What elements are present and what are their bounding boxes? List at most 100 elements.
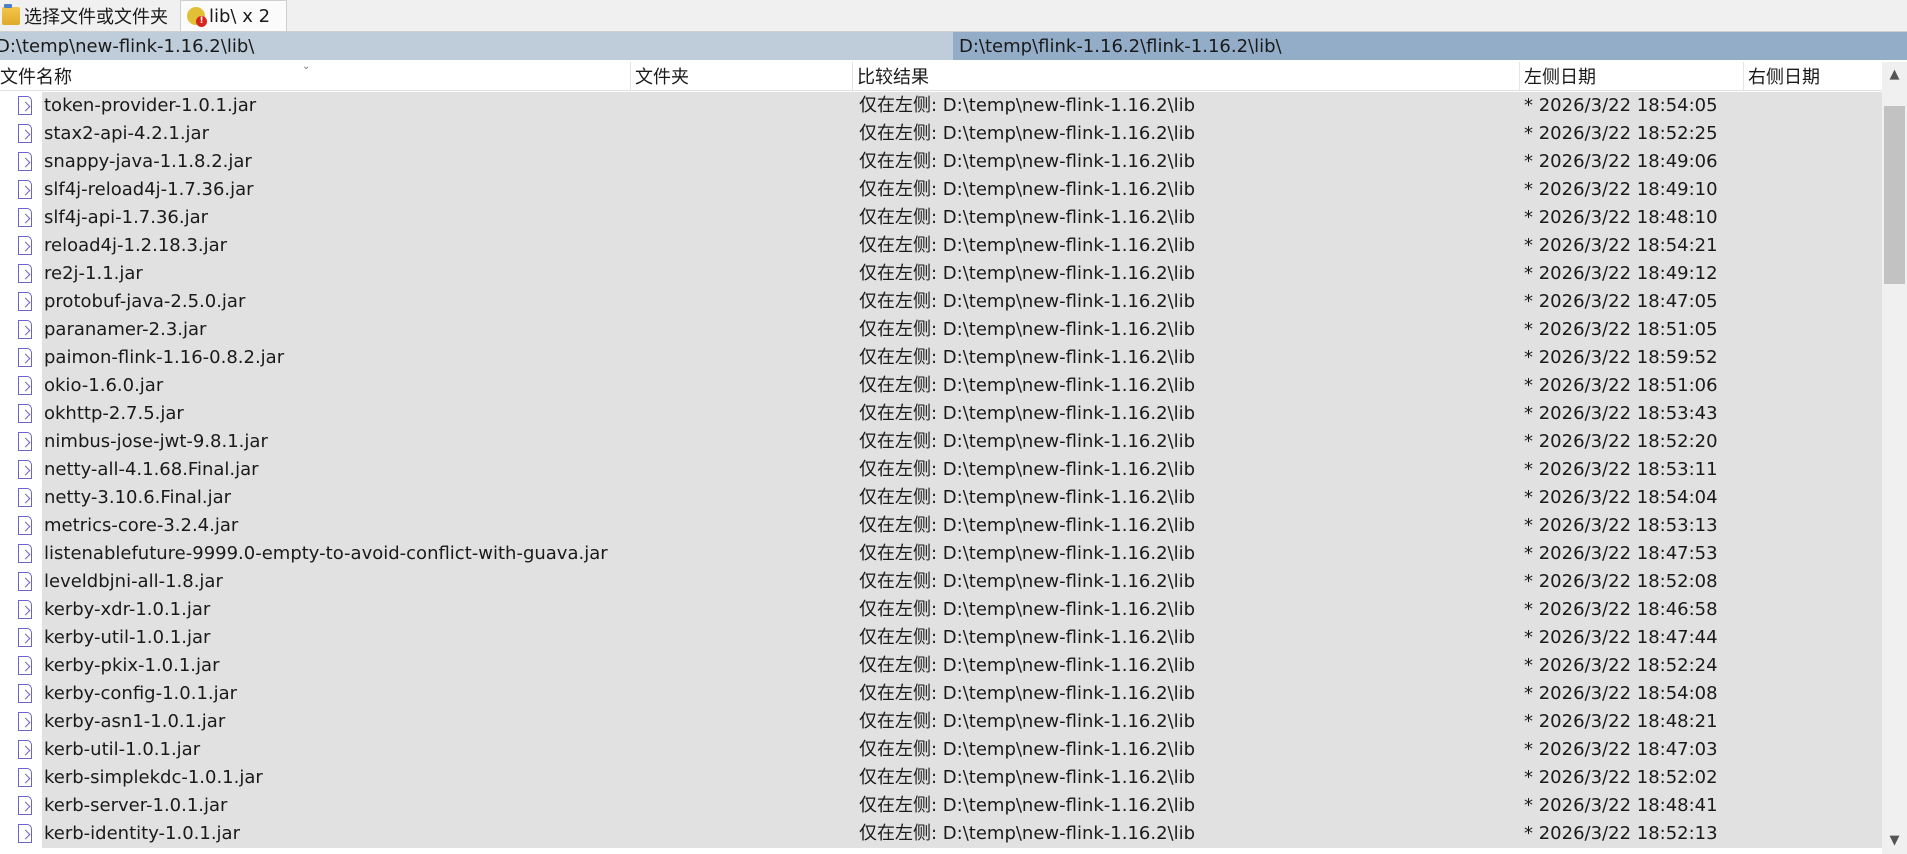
table-row[interactable]: kerb-server-1.0.1.jar 仅在左侧: D:\temp\new-… bbox=[0, 792, 1882, 820]
right-path-bar[interactable]: D:\temp\flink-1.16.2\flink-1.16.2\lib\ bbox=[953, 32, 1907, 60]
table-row[interactable]: reload4j-1.2.18.3.jar 仅在左侧: D:\temp\new-… bbox=[0, 232, 1882, 260]
file-icon bbox=[18, 124, 32, 143]
compare-result: 仅在左侧: D:\temp\new-flink-1.16.2\lib bbox=[859, 571, 1196, 592]
file-name: nimbus-jose-jwt-9.8.1.jar bbox=[44, 431, 268, 452]
table-row[interactable]: nimbus-jose-jwt-9.8.1.jar 仅在左侧: D:\temp\… bbox=[0, 428, 1882, 456]
table-row[interactable]: kerby-xdr-1.0.1.jar 仅在左侧: D:\temp\new-fl… bbox=[0, 596, 1882, 624]
file-name: snappy-java-1.1.8.2.jar bbox=[44, 151, 252, 172]
table-row[interactable]: kerby-config-1.0.1.jar 仅在左侧: D:\temp\new… bbox=[0, 680, 1882, 708]
tab-label: lib\ x 2 bbox=[209, 5, 271, 27]
file-icon bbox=[18, 824, 32, 843]
table-row[interactable]: kerby-asn1-1.0.1.jar 仅在左侧: D:\temp\new-f… bbox=[0, 708, 1882, 736]
left-date: * 2026/3/22 18:52:02 bbox=[1524, 767, 1718, 788]
compare-result: 仅在左侧: D:\temp\new-flink-1.16.2\lib bbox=[859, 711, 1196, 732]
scrollbar-thumb[interactable] bbox=[1884, 106, 1905, 284]
file-name: listenablefuture-9999.0-empty-to-avoid-c… bbox=[44, 543, 608, 564]
left-path-bar[interactable]: D:\temp\new-flink-1.16.2\lib\ bbox=[0, 32, 953, 60]
table-row[interactable]: slf4j-api-1.7.36.jar 仅在左侧: D:\temp\new-f… bbox=[0, 204, 1882, 232]
compare-result: 仅在左侧: D:\temp\new-flink-1.16.2\lib bbox=[859, 319, 1196, 340]
tab-bar: 选择文件或文件夹 lib\ x 2 bbox=[0, 0, 1907, 32]
vertical-scrollbar[interactable]: ▲ ▼ bbox=[1882, 62, 1907, 854]
table-row[interactable]: kerb-simplekdc-1.0.1.jar 仅在左侧: D:\temp\n… bbox=[0, 764, 1882, 792]
table-row[interactable]: paimon-flink-1.16-0.8.2.jar 仅在左侧: D:\tem… bbox=[0, 344, 1882, 372]
column-header-result[interactable]: 比较结果 bbox=[853, 62, 1520, 90]
column-header-left-date[interactable]: 左侧日期 bbox=[1520, 62, 1744, 90]
table-row[interactable]: snappy-java-1.1.8.2.jar 仅在左侧: D:\temp\ne… bbox=[0, 148, 1882, 176]
file-name: kerby-config-1.0.1.jar bbox=[44, 683, 238, 704]
table-row[interactable]: re2j-1.1.jar 仅在左侧: D:\temp\new-flink-1.1… bbox=[0, 260, 1882, 288]
column-header-right-date[interactable]: 右侧日期 bbox=[1744, 62, 1882, 90]
compare-result: 仅在左侧: D:\temp\new-flink-1.16.2\lib bbox=[859, 543, 1196, 564]
file-name: leveldbjni-all-1.8.jar bbox=[44, 571, 223, 592]
file-icon bbox=[18, 292, 32, 311]
left-date: * 2026/3/22 18:52:24 bbox=[1524, 655, 1718, 676]
column-header-folder-label: 文件夹 bbox=[635, 67, 689, 88]
file-icon bbox=[18, 544, 32, 563]
file-name: kerby-pkix-1.0.1.jar bbox=[44, 655, 220, 676]
compare-result: 仅在左侧: D:\temp\new-flink-1.16.2\lib bbox=[859, 151, 1196, 172]
compare-result: 仅在左侧: D:\temp\new-flink-1.16.2\lib bbox=[859, 627, 1196, 648]
file-name: kerb-identity-1.0.1.jar bbox=[44, 823, 240, 844]
column-header-result-label: 比较结果 bbox=[857, 67, 929, 88]
tab-select-file-or-folder[interactable]: 选择文件或文件夹 bbox=[0, 0, 178, 31]
column-header-right-date-label: 右侧日期 bbox=[1748, 67, 1820, 88]
compare-result: 仅在左侧: D:\temp\new-flink-1.16.2\lib bbox=[859, 487, 1196, 508]
table-row[interactable]: okhttp-2.7.5.jar 仅在左侧: D:\temp\new-flink… bbox=[0, 400, 1882, 428]
left-date: * 2026/3/22 18:52:25 bbox=[1524, 123, 1718, 144]
left-date: * 2026/3/22 18:52:20 bbox=[1524, 431, 1718, 452]
table-row[interactable]: protobuf-java-2.5.0.jar 仅在左侧: D:\temp\ne… bbox=[0, 288, 1882, 316]
folder-icon bbox=[2, 3, 20, 25]
compare-result: 仅在左侧: D:\temp\new-flink-1.16.2\lib bbox=[859, 599, 1196, 620]
table-row[interactable]: token-provider-1.0.1.jar 仅在左侧: D:\temp\n… bbox=[0, 92, 1882, 120]
file-icon bbox=[18, 208, 32, 227]
table-row[interactable]: netty-all-4.1.68.Final.jar 仅在左侧: D:\temp… bbox=[0, 456, 1882, 484]
file-icon bbox=[18, 320, 32, 339]
left-date: * 2026/3/22 18:47:44 bbox=[1524, 627, 1718, 648]
table-row[interactable]: kerby-pkix-1.0.1.jar 仅在左侧: D:\temp\new-f… bbox=[0, 652, 1882, 680]
table-row[interactable]: stax2-api-4.2.1.jar 仅在左侧: D:\temp\new-fl… bbox=[0, 120, 1882, 148]
table-row[interactable]: slf4j-reload4j-1.7.36.jar 仅在左侧: D:\temp\… bbox=[0, 176, 1882, 204]
file-name: slf4j-reload4j-1.7.36.jar bbox=[44, 179, 254, 200]
left-date: * 2026/3/22 18:52:13 bbox=[1524, 823, 1718, 844]
compare-result: 仅在左侧: D:\temp\new-flink-1.16.2\lib bbox=[859, 375, 1196, 396]
tab-lib-compare[interactable]: lib\ x 2 bbox=[180, 0, 287, 31]
sort-descending-icon: ⌄ bbox=[302, 61, 311, 72]
left-date: * 2026/3/22 18:48:21 bbox=[1524, 711, 1718, 732]
table-row[interactable]: okio-1.6.0.jar 仅在左侧: D:\temp\new-flink-1… bbox=[0, 372, 1882, 400]
left-date: * 2026/3/22 18:49:10 bbox=[1524, 179, 1718, 200]
left-date: * 2026/3/22 18:53:11 bbox=[1524, 459, 1718, 480]
compare-result: 仅在左侧: D:\temp\new-flink-1.16.2\lib bbox=[859, 431, 1196, 452]
compare-result: 仅在左侧: D:\temp\new-flink-1.16.2\lib bbox=[859, 823, 1196, 844]
table-row[interactable]: kerb-util-1.0.1.jar 仅在左侧: D:\temp\new-fl… bbox=[0, 736, 1882, 764]
compare-result: 仅在左侧: D:\temp\new-flink-1.16.2\lib bbox=[859, 403, 1196, 424]
scroll-up-icon[interactable]: ▲ bbox=[1882, 64, 1907, 86]
compare-result: 仅在左侧: D:\temp\new-flink-1.16.2\lib bbox=[859, 767, 1196, 788]
file-name: protobuf-java-2.5.0.jar bbox=[44, 291, 246, 312]
table-row[interactable]: kerb-identity-1.0.1.jar 仅在左侧: D:\temp\ne… bbox=[0, 820, 1882, 848]
compare-result: 仅在左侧: D:\temp\new-flink-1.16.2\lib bbox=[859, 95, 1196, 116]
file-name: kerby-asn1-1.0.1.jar bbox=[44, 711, 226, 732]
file-icon bbox=[18, 656, 32, 675]
scroll-down-icon[interactable]: ▼ bbox=[1882, 830, 1907, 852]
left-date: * 2026/3/22 18:52:08 bbox=[1524, 571, 1718, 592]
file-name: kerb-util-1.0.1.jar bbox=[44, 739, 201, 760]
file-name: token-provider-1.0.1.jar bbox=[44, 95, 257, 116]
table-row[interactable]: leveldbjni-all-1.8.jar 仅在左侧: D:\temp\new… bbox=[0, 568, 1882, 596]
table-row[interactable]: netty-3.10.6.Final.jar 仅在左侧: D:\temp\new… bbox=[0, 484, 1882, 512]
file-icon bbox=[18, 348, 32, 367]
compare-result: 仅在左侧: D:\temp\new-flink-1.16.2\lib bbox=[859, 515, 1196, 536]
table-row[interactable]: kerby-util-1.0.1.jar 仅在左侧: D:\temp\new-f… bbox=[0, 624, 1882, 652]
table-row[interactable]: listenablefuture-9999.0-empty-to-avoid-c… bbox=[0, 540, 1882, 568]
file-name: kerb-server-1.0.1.jar bbox=[44, 795, 228, 816]
file-icon bbox=[18, 796, 32, 815]
file-icon bbox=[18, 740, 32, 759]
compare-result: 仅在左侧: D:\temp\new-flink-1.16.2\lib bbox=[859, 123, 1196, 144]
table-row[interactable]: metrics-core-3.2.4.jar 仅在左侧: D:\temp\new… bbox=[0, 512, 1882, 540]
column-header-name[interactable]: 文件名称 bbox=[0, 62, 631, 90]
file-icon bbox=[18, 264, 32, 283]
file-name: netty-3.10.6.Final.jar bbox=[44, 487, 232, 508]
column-header-folder[interactable]: 文件夹 bbox=[631, 62, 853, 90]
column-header-left-date-label: 左侧日期 bbox=[1524, 67, 1596, 88]
left-date: * 2026/3/22 18:51:06 bbox=[1524, 375, 1718, 396]
table-row[interactable]: paranamer-2.3.jar 仅在左侧: D:\temp\new-flin… bbox=[0, 316, 1882, 344]
